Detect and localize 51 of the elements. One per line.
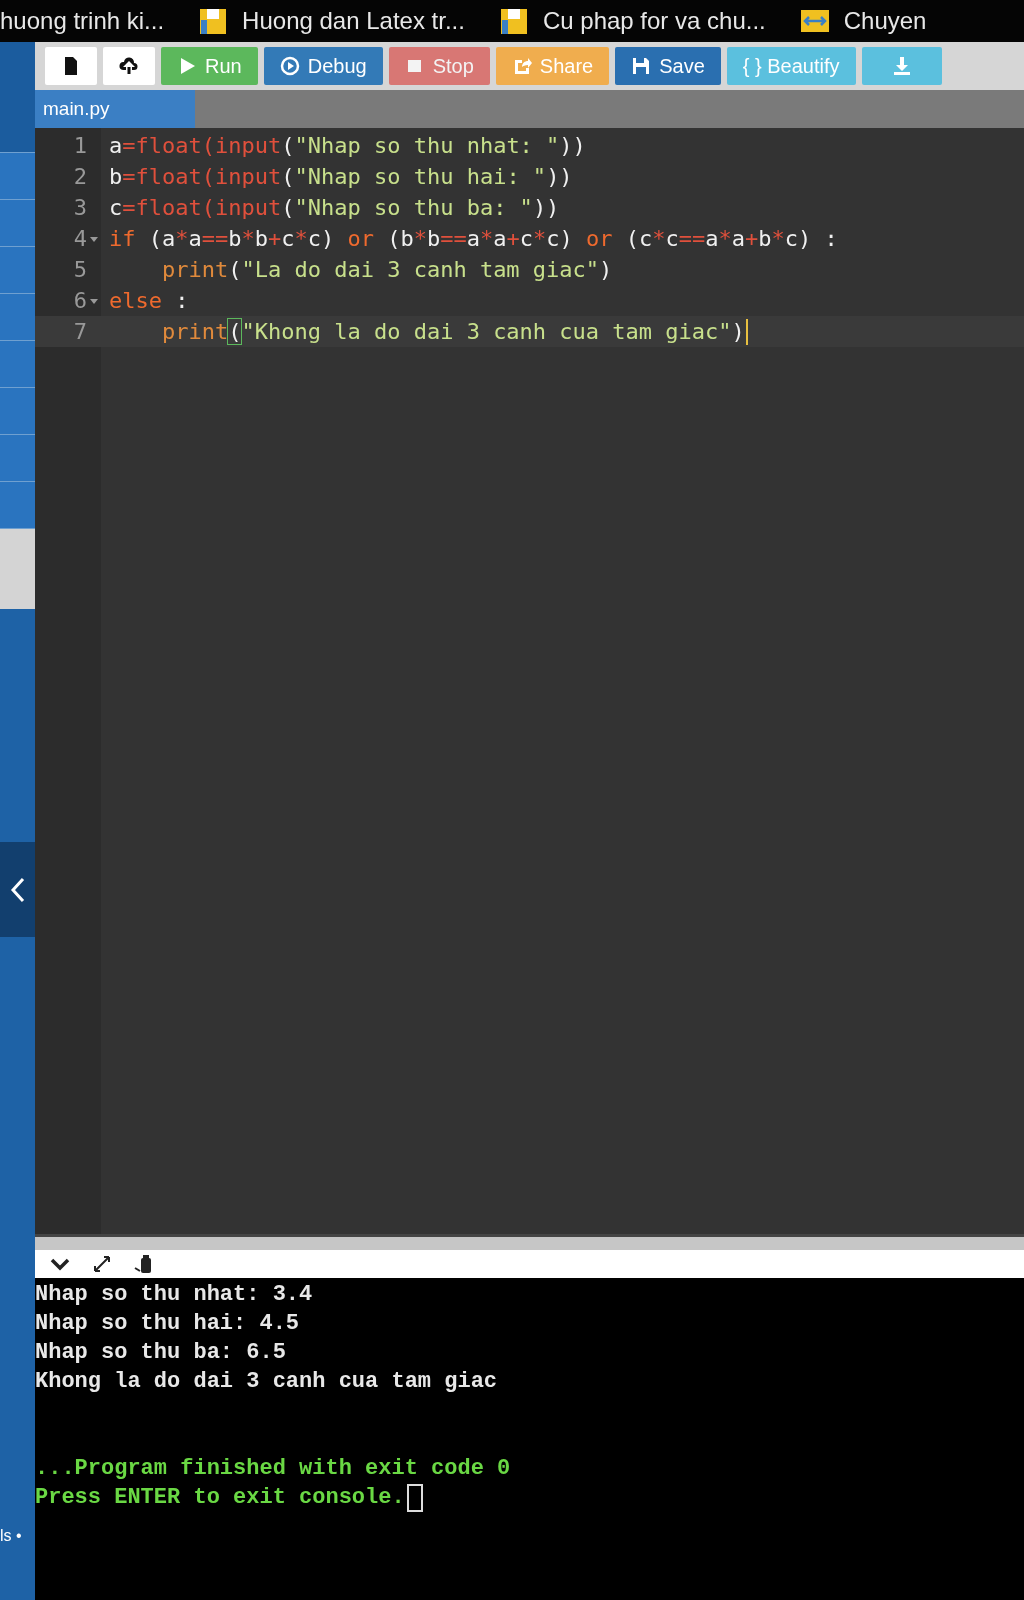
download-icon bbox=[891, 56, 912, 76]
sidebar-item[interactable] bbox=[0, 247, 35, 294]
download-button[interactable] bbox=[861, 47, 942, 85]
debug-button[interactable]: Debug bbox=[263, 47, 383, 85]
line-number: 7 bbox=[73, 319, 87, 344]
console-output-line: Nhap so thu ba: 6.5 bbox=[35, 1339, 287, 1367]
line-number: 3 bbox=[73, 195, 87, 220]
sidebar-item[interactable] bbox=[0, 153, 35, 200]
sidebar-item[interactable] bbox=[0, 388, 35, 435]
console-cursor bbox=[406, 1483, 423, 1512]
run-button[interactable]: Run bbox=[161, 47, 258, 85]
sidebar-item[interactable] bbox=[0, 482, 35, 529]
cloud-upload-icon bbox=[119, 56, 139, 76]
line-number: 5 bbox=[73, 257, 87, 282]
console-output-line: Nhap so thu hai: 4.5 bbox=[35, 1310, 301, 1338]
bookmark-page-icon bbox=[198, 6, 229, 36]
sidebar-item[interactable] bbox=[0, 200, 35, 247]
console-output-line: Nhap so thu nhat: 3.4 bbox=[35, 1281, 314, 1309]
bookmark-link[interactable]: Cu phap for va chu... bbox=[498, 6, 766, 36]
code-line: else : bbox=[109, 288, 189, 313]
bookmark-link[interactable]: Huong dan Latex tr... bbox=[198, 6, 465, 36]
splitter-bar[interactable] bbox=[35, 1234, 1024, 1250]
code-line: print("La do dai 3 canh tam giac") bbox=[160, 257, 613, 282]
text-cursor bbox=[745, 318, 748, 345]
line-number: 4 bbox=[73, 226, 87, 251]
code-line: if (a*a==b*b+c*c) or (b*b==a*a+c*c) or (c*c==a*a+b*c) : bbox=[109, 226, 838, 251]
bookmark-page-icon bbox=[498, 6, 529, 36]
save-button[interactable]: Save bbox=[615, 47, 721, 85]
line-number: 6 bbox=[73, 288, 87, 313]
code-line: a=float(input("Nhap so thu nhat: ")) bbox=[109, 133, 586, 158]
line-number: 1 bbox=[73, 133, 87, 158]
collapse-button[interactable] bbox=[0, 842, 35, 937]
code-line: c=float(input("Nhap so thu ba: ")) bbox=[109, 195, 560, 220]
line-number: 2 bbox=[73, 164, 87, 189]
new-file-button[interactable] bbox=[45, 47, 97, 85]
bookmark-link[interactable]: Chuyen bbox=[799, 6, 927, 36]
sidebar-item[interactable] bbox=[0, 435, 35, 482]
upload-button[interactable] bbox=[103, 47, 155, 85]
play-circle-icon bbox=[279, 56, 300, 76]
console-status-line: Press ENTER to exit console. bbox=[35, 1484, 405, 1512]
code-line: b=float(input("Nhap so thu hai: ")) bbox=[109, 164, 573, 189]
expand-arrows-icon bbox=[91, 1254, 113, 1274]
bookmark-link[interactable]: huong trinh ki... bbox=[0, 7, 165, 35]
code-line: print("Khong la do dai 3 canh cua tam giac") bbox=[160, 319, 745, 344]
console-status-line: ...Program finished with exit code 0 bbox=[35, 1455, 511, 1483]
console-output-line: Khong la do dai 3 canh cua tam giac bbox=[35, 1368, 499, 1396]
expand-button[interactable] bbox=[91, 1254, 113, 1274]
sidebar-item[interactable] bbox=[0, 341, 35, 388]
sidebar-text: ls • bbox=[0, 1527, 22, 1545]
file-tab[interactable]: main.py bbox=[35, 90, 195, 128]
sidebar-item[interactable] bbox=[0, 294, 35, 341]
